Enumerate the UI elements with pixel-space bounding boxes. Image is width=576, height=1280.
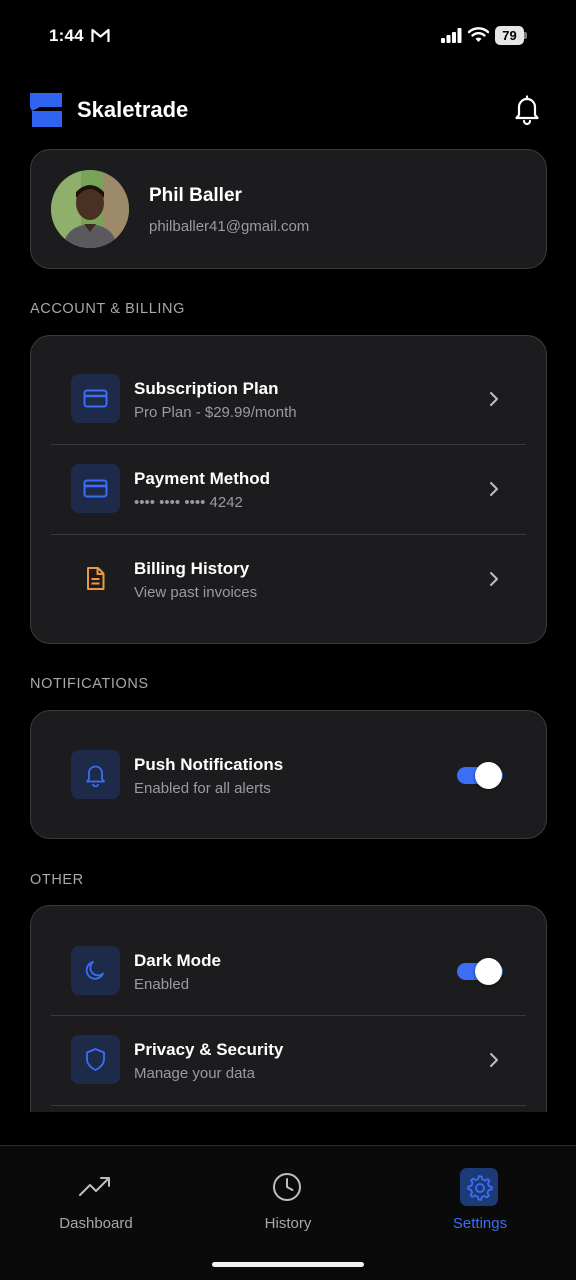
nav-item-history[interactable]: History (192, 1146, 384, 1256)
row-subtitle: View past invoices (134, 584, 258, 601)
push-notifications-toggle[interactable] (457, 762, 503, 789)
skaletrade-logo-icon (30, 93, 62, 127)
push-notifications-row: Push Notifications Enabled for all alert… (31, 730, 548, 820)
row-title: Privacy & Security (134, 1040, 284, 1059)
row-title: Billing History (134, 559, 250, 578)
wifi-icon (468, 27, 489, 42)
credit-card-icon (71, 464, 120, 513)
row-subtitle: Manage your data (134, 1065, 255, 1082)
chevron-right-icon (490, 572, 498, 586)
nav-item-dashboard[interactable]: Dashboard (0, 1146, 192, 1256)
notifications-card: Push Notifications Enabled for all alert… (30, 710, 547, 839)
row-title: Push Notifications (134, 755, 284, 774)
avatar (51, 170, 129, 248)
trending-up-icon (79, 1177, 110, 1196)
status-time: 1:44 (49, 26, 84, 45)
chevron-right-icon (490, 1053, 498, 1067)
dark-mode-toggle[interactable] (457, 958, 503, 985)
notifications-bell-icon[interactable] (510, 92, 544, 126)
settings-screen: 1:44 79 Skaletrade Phil Baller philballe… (0, 0, 576, 1280)
dark-mode-row: Dark Mode Enabled (31, 926, 548, 1016)
bottom-nav: Dashboard History Settings (0, 1145, 576, 1280)
row-title: Dark Mode (134, 951, 221, 970)
section-label-notifications: NOTIFICATIONS (30, 676, 149, 692)
subscription-plan-row[interactable]: Subscription Plan Pro Plan - $29.99/mont… (31, 354, 548, 444)
gear-icon (460, 1168, 498, 1206)
status-bar: 1:44 79 (0, 0, 576, 72)
chevron-right-icon (490, 392, 498, 406)
home-indicator (212, 1262, 364, 1267)
document-icon (71, 554, 120, 603)
profile-name: Phil Baller (149, 185, 242, 206)
battery-indicator: 79 (495, 26, 527, 45)
privacy-security-row[interactable]: Privacy & Security Manage your data (31, 1015, 548, 1105)
scroll-mask (0, 1112, 576, 1146)
moon-icon (71, 946, 120, 995)
row-subtitle: •••• •••• •••• 4242 (134, 494, 243, 511)
chevron-right-icon (490, 482, 498, 496)
clock-icon (273, 1173, 301, 1201)
cellular-signal-icon (441, 28, 462, 43)
app-title: Skaletrade (77, 97, 189, 122)
row-subtitle: Pro Plan - $29.99/month (134, 404, 297, 421)
profile-card[interactable]: Phil Baller philballer41@gmail.com (30, 149, 547, 269)
payment-method-row[interactable]: Payment Method •••• •••• •••• 4242 (31, 444, 548, 534)
account-billing-card: Subscription Plan Pro Plan - $29.99/mont… (30, 335, 547, 644)
row-title: Payment Method (134, 469, 271, 488)
row-subtitle: Enabled for all alerts (134, 780, 271, 797)
row-title: Subscription Plan (134, 379, 279, 398)
section-label-account-billing: ACCOUNT & BILLING (30, 301, 185, 317)
nav-label: History (264, 1215, 312, 1232)
billing-history-row[interactable]: Billing History View past invoices (31, 534, 548, 624)
shield-icon (71, 1035, 120, 1084)
section-label-other: OTHER (30, 872, 84, 888)
profile-email: philballer41@gmail.com (149, 218, 310, 235)
battery-level: 79 (495, 26, 524, 45)
gmail-icon (91, 28, 110, 42)
row-subtitle: Enabled (134, 976, 190, 993)
divider (51, 1105, 526, 1106)
credit-card-icon (71, 374, 120, 423)
nav-label: Dashboard (59, 1215, 133, 1232)
nav-item-settings[interactable]: Settings (384, 1146, 576, 1256)
bell-icon (71, 750, 120, 799)
nav-label: Settings (452, 1215, 508, 1232)
